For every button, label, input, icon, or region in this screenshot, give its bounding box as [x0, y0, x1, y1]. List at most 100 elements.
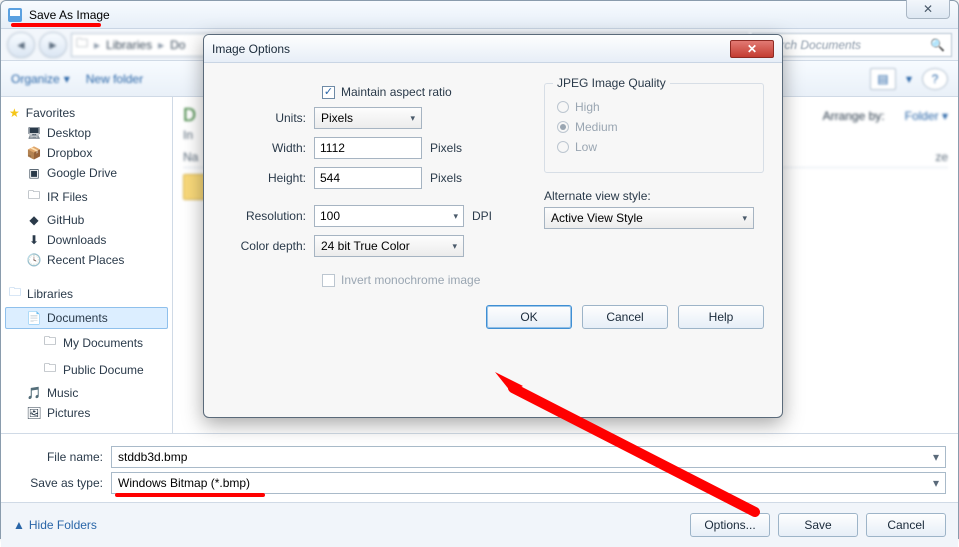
- invert-monochrome-checkbox: Invert monochrome image: [322, 273, 480, 287]
- sidebar-libraries-heading[interactable]: Libraries: [5, 280, 168, 307]
- height-unit-label: Pixels: [430, 171, 462, 185]
- help-icon: ?: [932, 72, 939, 86]
- save-as-footer: ▲ Hide Folders Options... Save Cancel: [1, 502, 958, 547]
- sidebar-item-music[interactable]: 🎵Music: [5, 383, 168, 403]
- resolution-label: Resolution:: [222, 209, 314, 223]
- sidebar-item-ir-files[interactable]: 🗀IR Files: [5, 183, 168, 210]
- jpeg-quality-group: JPEG Image Quality High Medium Low: [544, 83, 764, 173]
- help-button[interactable]: ?: [922, 68, 948, 90]
- radio-selected-icon: [557, 121, 569, 133]
- sidebar-item-public-documents[interactable]: 🗀Public Docume: [5, 356, 168, 383]
- dialog-cancel-button[interactable]: Cancel: [582, 305, 668, 329]
- dropbox-icon: 📦: [27, 146, 41, 160]
- annotation-underline-type: [115, 493, 265, 497]
- color-depth-label: Color depth:: [222, 239, 314, 253]
- breadcrumb-sep-icon: ▸: [158, 38, 164, 52]
- nav-back-button[interactable]: ◄: [7, 32, 35, 58]
- width-label: Width:: [222, 141, 314, 155]
- documents-icon: 📄: [27, 311, 41, 325]
- desktop-icon: 🖥: [27, 126, 41, 140]
- breadcrumb-documents[interactable]: Do: [170, 38, 185, 52]
- chevron-down-icon: ▾: [742, 213, 747, 224]
- filename-label: File name:: [13, 450, 111, 464]
- column-size[interactable]: ze: [935, 150, 948, 164]
- dialog-close-button[interactable]: ✕: [730, 40, 774, 58]
- image-options-title: Image Options: [212, 42, 290, 56]
- drive-icon: ▣: [27, 166, 41, 180]
- sidebar-item-pictures[interactable]: 🖼Pictures: [5, 403, 168, 423]
- help-button[interactable]: Help: [678, 305, 764, 329]
- alt-view-label: Alternate view style:: [544, 189, 764, 203]
- sidebar-item-documents[interactable]: 📄Documents: [5, 307, 168, 329]
- save-button[interactable]: Save: [778, 513, 858, 537]
- folder-icon: 🗀: [43, 332, 57, 353]
- organize-button[interactable]: Organize▾: [11, 72, 70, 86]
- save-form: File name: stddb3d.bmp▾ Save as type: Wi…: [1, 433, 958, 502]
- sidebar-item-github[interactable]: ◆GitHub: [5, 210, 168, 230]
- sidebar-item-downloads[interactable]: ⬇Downloads: [5, 230, 168, 250]
- ok-button[interactable]: OK: [486, 305, 572, 329]
- jpeg-low-radio: Low: [557, 140, 751, 154]
- image-options-dialog: Image Options ✕ ✓ Maintain aspect ratio …: [203, 34, 783, 418]
- chevron-up-icon: ▲: [13, 518, 25, 532]
- chevron-down-icon: ▾: [942, 109, 948, 123]
- chevron-down-icon: ▾: [452, 241, 457, 252]
- window-close-button[interactable]: ✕: [906, 0, 950, 19]
- column-name[interactable]: Na: [183, 150, 198, 164]
- sidebar-item-my-documents[interactable]: 🗀My Documents: [5, 329, 168, 356]
- folder-icon: 🗀: [76, 34, 88, 55]
- sidebar-item-desktop[interactable]: 🖥Desktop: [5, 123, 168, 143]
- jpeg-medium-radio: Medium: [557, 120, 751, 134]
- radio-icon: [557, 101, 569, 113]
- options-button[interactable]: Options...: [690, 513, 770, 537]
- radio-icon: [557, 141, 569, 153]
- breadcrumb-libraries[interactable]: Libraries: [106, 38, 152, 52]
- sidebar-favorites-heading[interactable]: Favorites: [5, 103, 168, 123]
- checkbox-checked-icon: ✓: [322, 86, 335, 99]
- arrange-by-value[interactable]: Folder ▾: [905, 109, 948, 123]
- checkbox-unchecked-icon: [322, 274, 335, 287]
- image-options-titlebar: Image Options ✕: [204, 35, 782, 63]
- search-icon: 🔍: [930, 38, 945, 52]
- sidebar-item-recent-places[interactable]: 🕓Recent Places: [5, 250, 168, 270]
- color-depth-select[interactable]: 24 bit True Color▾: [314, 235, 464, 257]
- folder-icon: 🗀: [27, 186, 41, 207]
- pane-title: D: [183, 105, 196, 126]
- width-input[interactable]: 1112: [314, 137, 422, 159]
- arrange-by-label: Arrange by:: [823, 109, 885, 123]
- sidebar: Favorites 🖥Desktop 📦Dropbox ▣Google Driv…: [1, 97, 173, 433]
- view-mode-icon: ▤: [877, 72, 888, 86]
- hide-folders-button[interactable]: ▲ Hide Folders: [13, 518, 97, 532]
- maintain-aspect-ratio-checkbox[interactable]: ✓ Maintain aspect ratio: [322, 85, 452, 99]
- units-label: Units:: [222, 111, 314, 125]
- chevron-down-icon: ▾: [410, 113, 415, 124]
- units-select[interactable]: Pixels▾: [314, 107, 422, 129]
- height-input[interactable]: 544: [314, 167, 422, 189]
- cancel-button[interactable]: Cancel: [866, 513, 946, 537]
- github-icon: ◆: [27, 213, 41, 227]
- music-icon: 🎵: [27, 386, 41, 400]
- annotation-underline-title: [11, 23, 101, 27]
- nav-forward-button[interactable]: ►: [39, 32, 67, 58]
- save-as-titlebar: Save As Image ✕: [1, 1, 958, 29]
- folder-icon: 🗀: [43, 359, 57, 380]
- filename-input[interactable]: stddb3d.bmp▾: [111, 446, 946, 468]
- width-unit-label: Pixels: [430, 141, 462, 155]
- save-as-title: Save As Image: [29, 8, 110, 22]
- sidebar-item-dropbox[interactable]: 📦Dropbox: [5, 143, 168, 163]
- view-mode-button[interactable]: ▤: [870, 68, 896, 90]
- save-as-type-select[interactable]: Windows Bitmap (*.bmp)▾: [111, 472, 946, 494]
- app-icon: [7, 7, 23, 23]
- pictures-icon: 🖼: [27, 406, 41, 420]
- chevron-down-icon[interactable]: ▾: [906, 72, 912, 86]
- jpeg-high-radio: High: [557, 100, 751, 114]
- alt-view-select[interactable]: Active View Style▾: [544, 207, 754, 229]
- new-folder-button[interactable]: New folder: [86, 72, 143, 86]
- recent-icon: 🕓: [27, 253, 41, 267]
- chevron-down-icon: ▾: [933, 476, 939, 490]
- sidebar-item-google-drive[interactable]: ▣Google Drive: [5, 163, 168, 183]
- resolution-input[interactable]: 100▾: [314, 205, 464, 227]
- downloads-icon: ⬇: [27, 233, 41, 247]
- height-label: Height:: [222, 171, 314, 185]
- resolution-unit-label: DPI: [472, 209, 492, 223]
